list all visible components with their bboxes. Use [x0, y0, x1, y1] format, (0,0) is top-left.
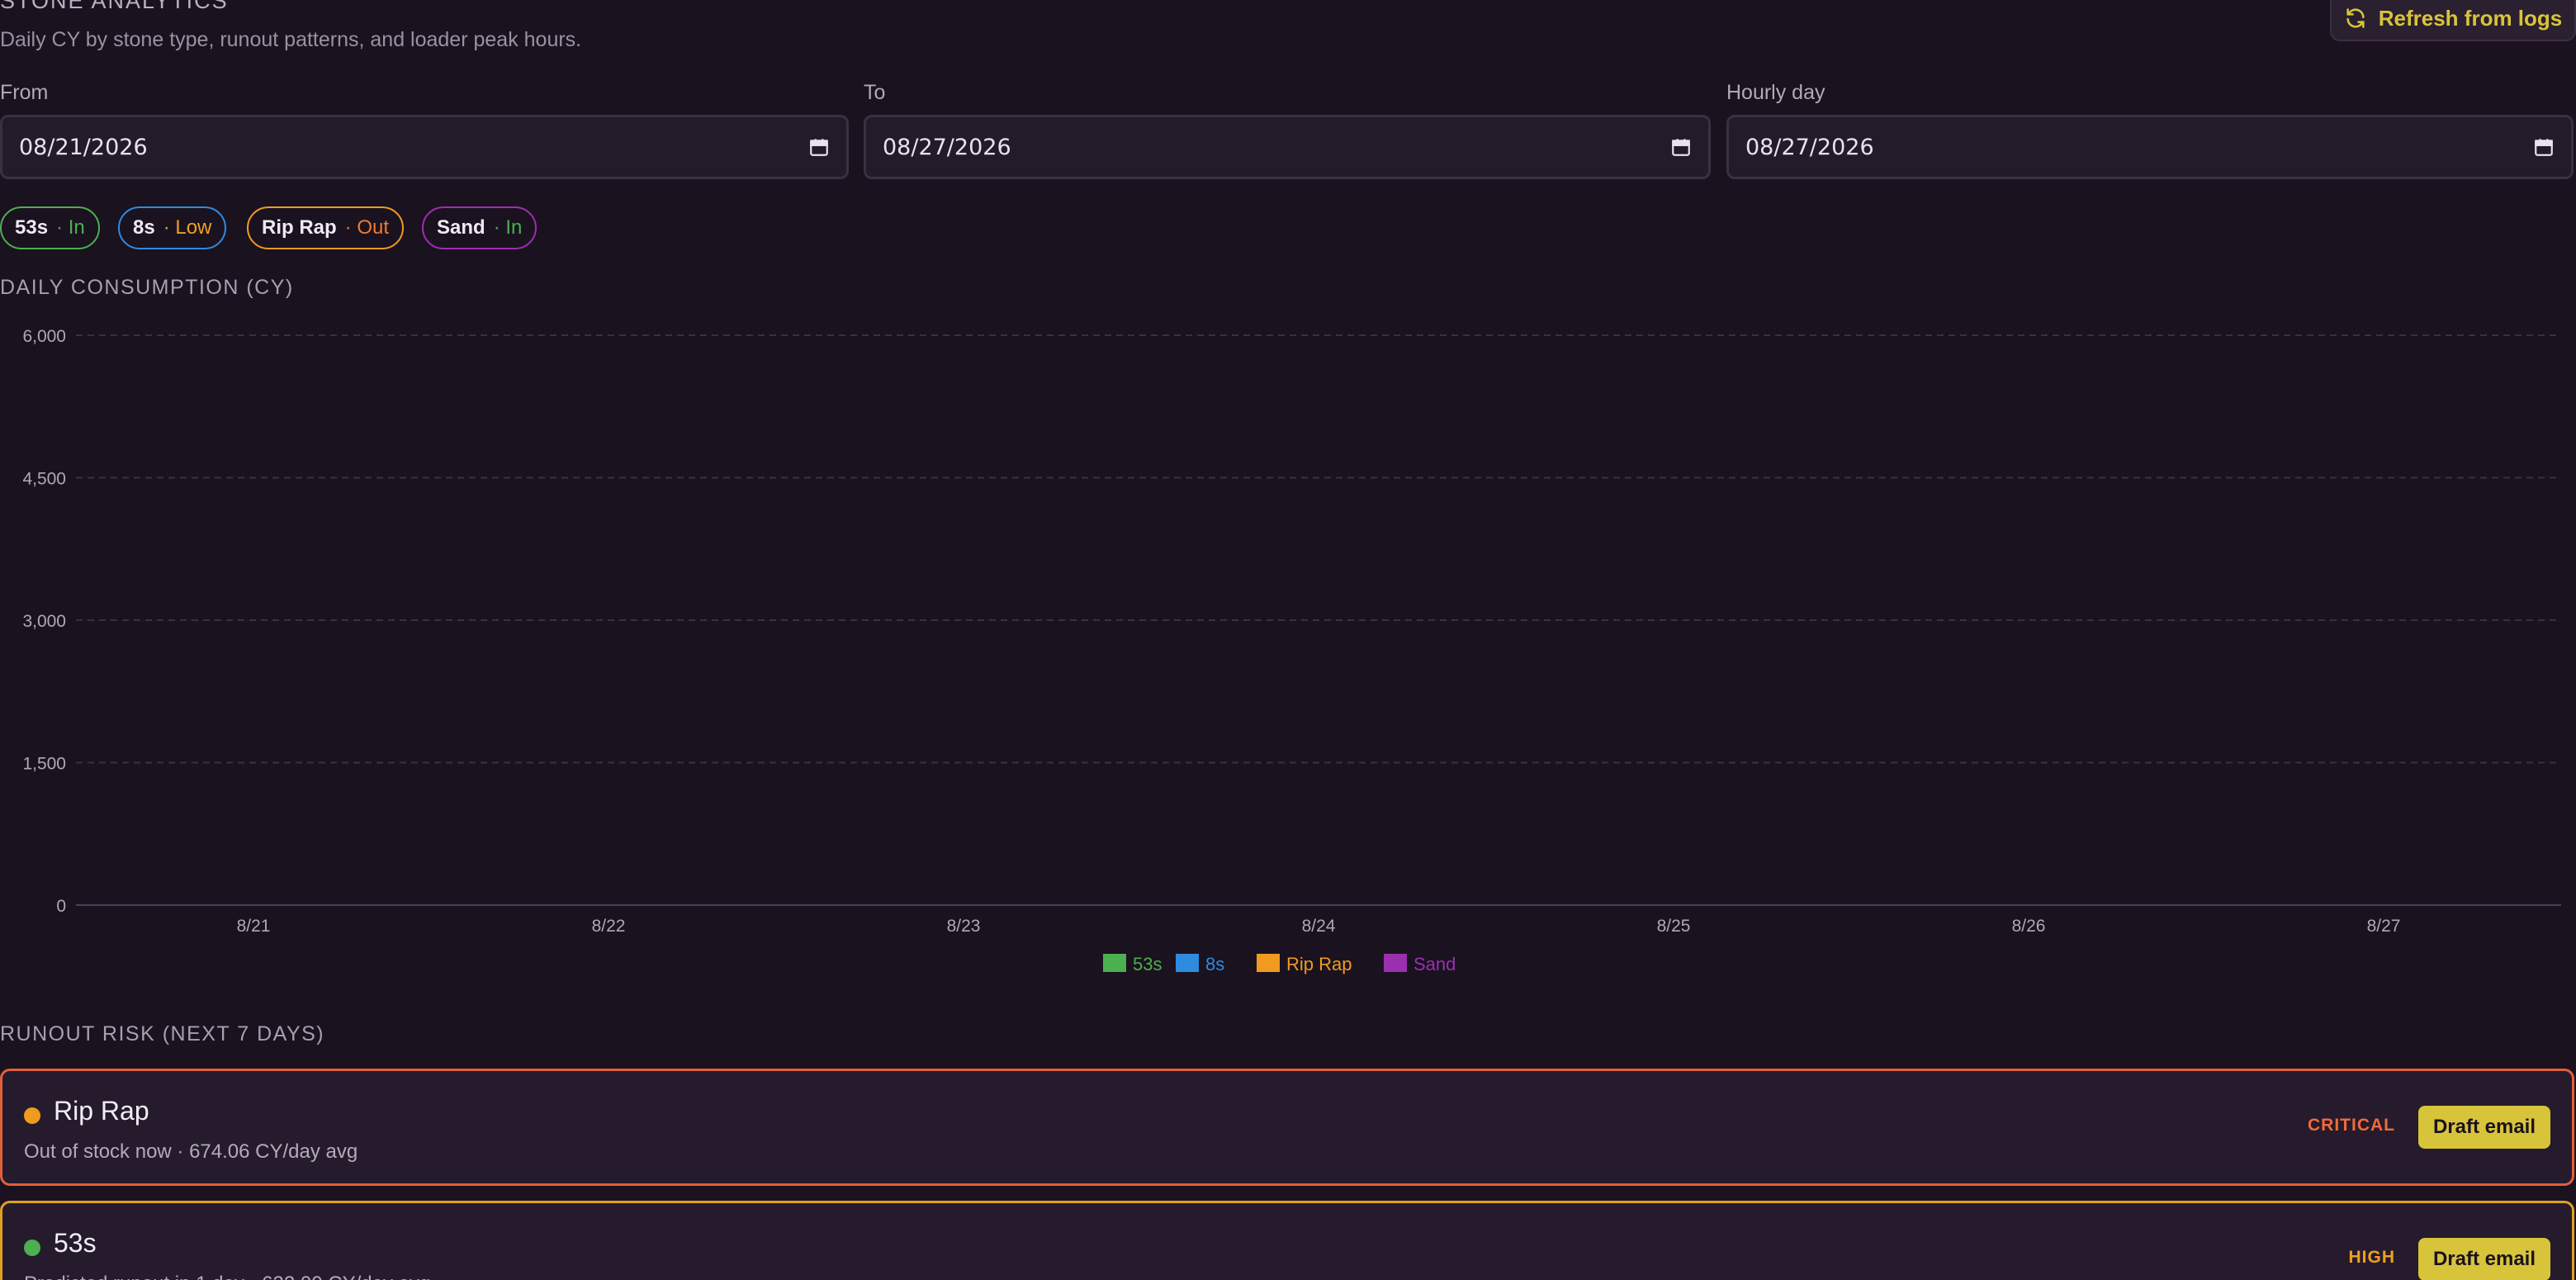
to-date-input[interactable]: 08/27/2026 [864, 115, 1711, 179]
runout-card-53s: 53s Predicted runout in 1 day · 632.00 C… [0, 1201, 2574, 1280]
x-tick-label: 8/26 [2012, 917, 2046, 936]
risk-detail: Out of stock now · 674.06 CY/day avg [24, 1140, 358, 1163]
chip-name: Sand [437, 216, 485, 239]
y-tick-label: 1,500 [22, 755, 66, 774]
runout-risk-heading: RUNOUT RISK (NEXT 7 DAYS) [0, 1022, 325, 1045]
status-chip-rip-rap[interactable]: Rip Rap · Out [247, 206, 405, 249]
page-subtitle: Daily CY by stone type, runout patterns,… [0, 28, 582, 51]
hourly-day-label: Hourly day [1726, 81, 1825, 104]
legend-label: Rip Rap [1286, 954, 1352, 974]
chip-status: · In [56, 216, 85, 239]
refresh-label: Refresh from logs [2378, 5, 2563, 31]
calendar-icon[interactable] [2533, 136, 2555, 158]
y-tick-label: 4,500 [22, 470, 66, 489]
stone-color-dot [24, 1240, 40, 1256]
legend-label: Sand [1413, 954, 1456, 974]
x-tick-label: 8/23 [947, 917, 981, 936]
chip-status: · Out [344, 216, 390, 239]
hourly-day-input[interactable]: 08/27/2026 [1726, 115, 2574, 179]
draft-email-button[interactable]: Draft email [2418, 1238, 2550, 1280]
risk-level-badge: CRITICAL [2308, 1116, 2395, 1135]
daily-consumption-chart: 0 1,500 3,000 4,500 6,000 8/21 8/22 8/23 8/24 8/2… [22, 327, 2561, 974]
y-tick-label: 6,000 [22, 327, 66, 346]
from-date-value: 08/21/2026 [19, 134, 148, 160]
hourly-day-value: 08/27/2026 [1745, 134, 1874, 160]
to-label: To [864, 81, 886, 104]
x-tick-label: 8/21 [237, 917, 271, 936]
draft-email-button[interactable]: Draft email [2418, 1106, 2550, 1149]
legend-swatch [1384, 954, 1407, 972]
from-date-input[interactable]: 08/21/2026 [0, 115, 849, 179]
daily-consumption-heading: DAILY CONSUMPTION (CY) [0, 276, 294, 299]
legend-swatch [1257, 954, 1280, 972]
y-tick-label: 3,000 [22, 612, 66, 631]
chip-status: · In [493, 216, 523, 239]
x-tick-label: 8/25 [1657, 917, 1691, 936]
stone-analytics-page: STONE ANALYTICS Daily CY by stone type, … [0, 0, 2576, 1280]
y-tick-label: 0 [56, 897, 66, 916]
refresh-from-logs-button[interactable]: Refresh from logs [2330, 0, 2576, 41]
x-tick-label: 8/27 [2367, 917, 2401, 936]
refresh-icon [2346, 8, 2365, 28]
stone-color-dot [24, 1107, 40, 1124]
calendar-icon[interactable] [808, 136, 830, 158]
risk-stone-name: Rip Rap [54, 1096, 149, 1126]
from-label: From [0, 81, 49, 104]
chip-status: · Low [163, 216, 212, 239]
to-date-value: 08/27/2026 [883, 134, 1011, 160]
legend-swatch [1103, 954, 1126, 972]
calendar-icon[interactable] [1670, 136, 1692, 158]
x-tick-label: 8/24 [1302, 917, 1336, 936]
status-chip-sand[interactable]: Sand · In [422, 206, 537, 249]
risk-stone-name: 53s [54, 1228, 97, 1258]
chip-name: Rip Rap [262, 216, 337, 239]
runout-card-rip-rap: Rip Rap Out of stock now · 674.06 CY/day… [0, 1069, 2574, 1186]
legend-label: 53s [1133, 954, 1162, 974]
risk-detail: Predicted runout in 1 day · 632.00 CY/da… [24, 1273, 430, 1280]
chip-name: 53s [15, 216, 49, 239]
status-chip-8s[interactable]: 8s · Low [118, 206, 227, 249]
risk-level-badge: HIGH [2348, 1248, 2395, 1267]
x-tick-label: 8/22 [592, 917, 626, 936]
legend-label: 8s [1205, 954, 1224, 974]
chip-name: 8s [133, 216, 155, 239]
legend-swatch [1176, 954, 1199, 972]
status-chip-53s[interactable]: 53s · In [0, 206, 100, 249]
page-title: STONE ANALYTICS [0, 0, 229, 13]
